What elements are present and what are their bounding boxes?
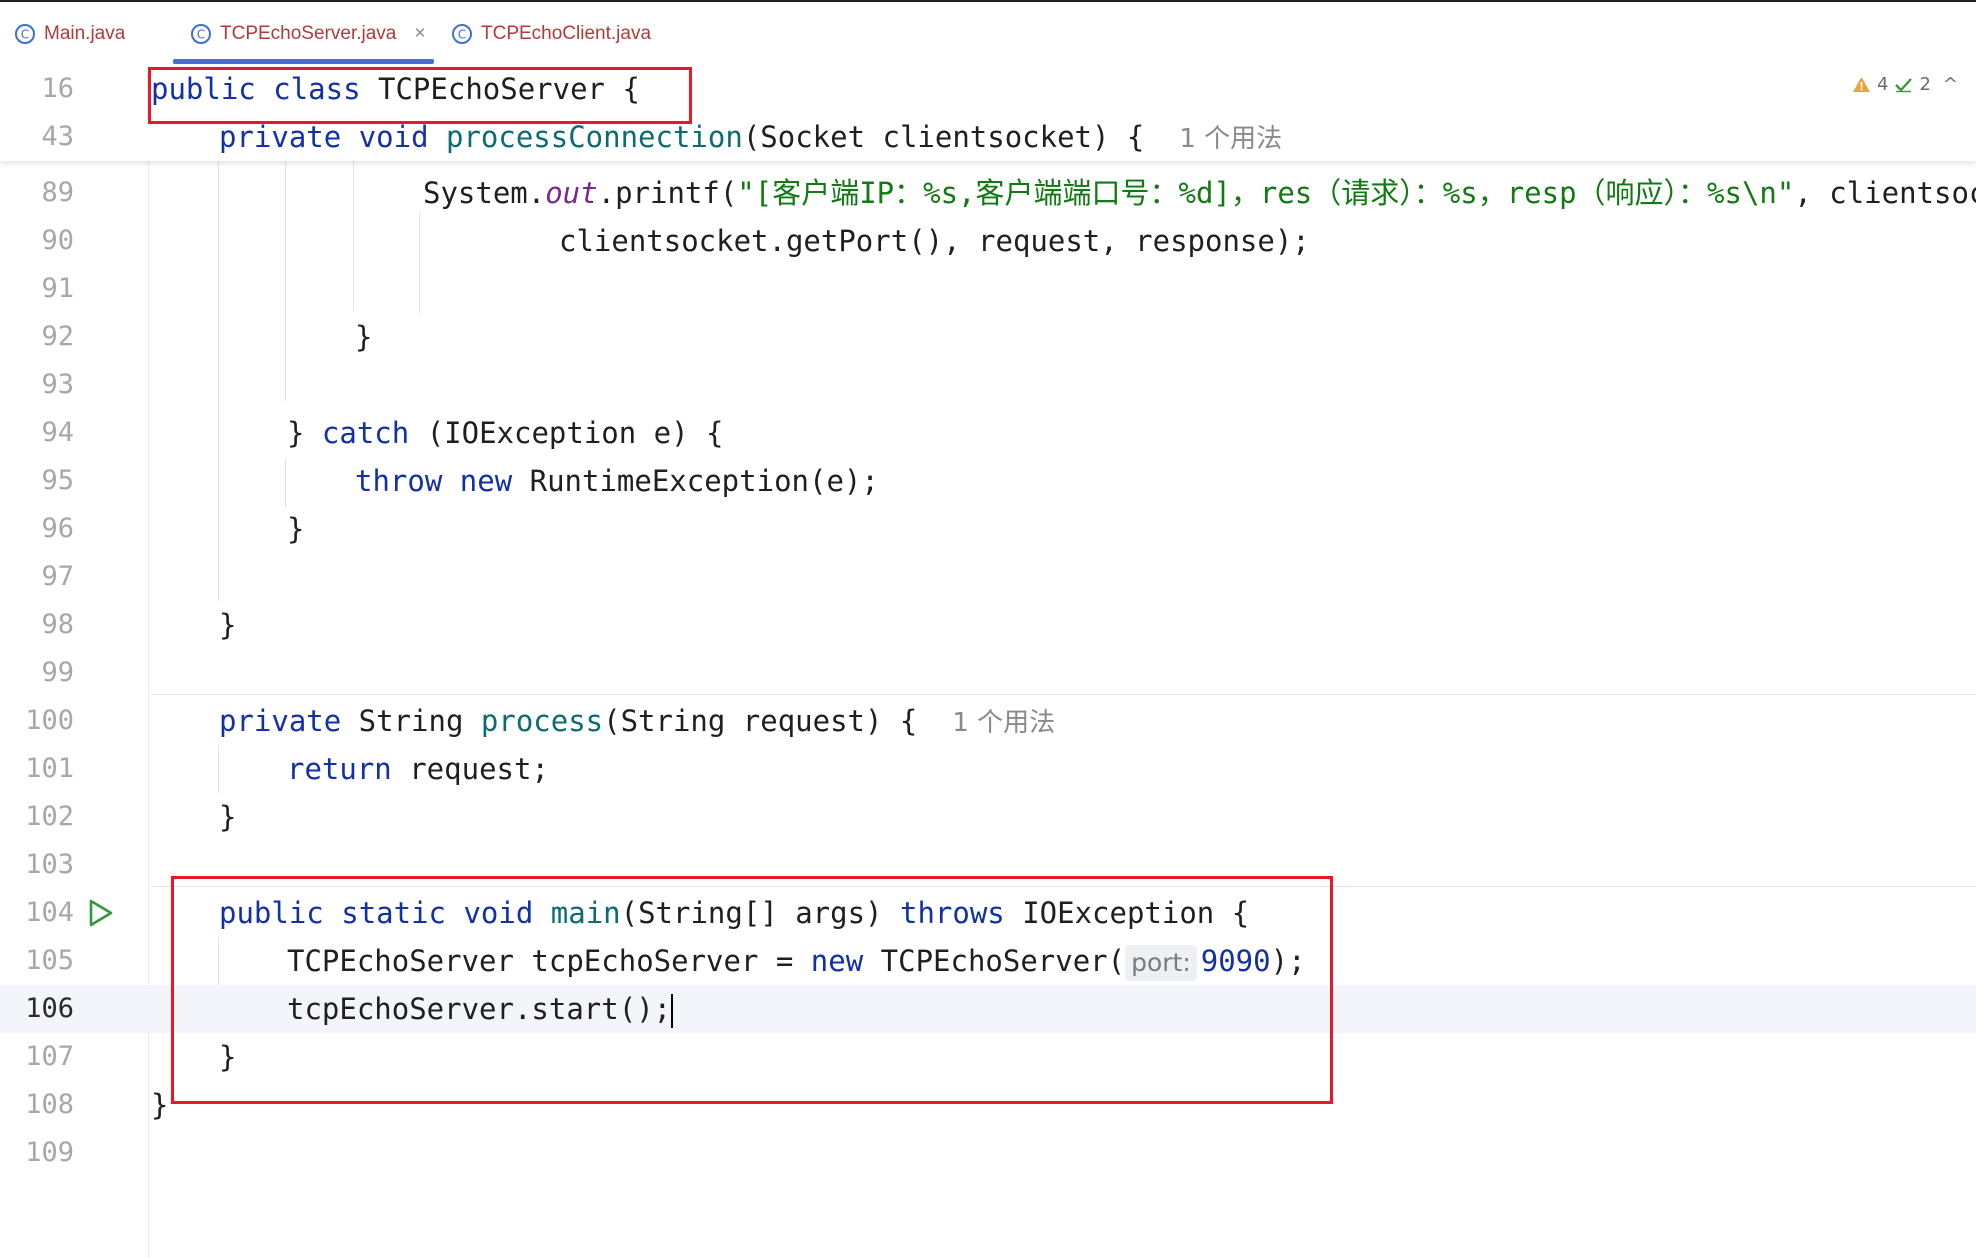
line-number: 96 bbox=[41, 513, 74, 544]
highlight-box-class-header bbox=[148, 67, 692, 124]
line-number: 16 bbox=[41, 73, 74, 104]
chevron-up-icon[interactable]: ^ bbox=[1943, 74, 1958, 95]
line-95[interactable]: 95 throw new RuntimeException(e); bbox=[0, 457, 1976, 505]
run-icon[interactable] bbox=[85, 898, 115, 928]
keyword-return: return bbox=[287, 752, 392, 786]
line-93[interactable]: 93 bbox=[0, 361, 1976, 409]
line-number: 91 bbox=[41, 273, 74, 304]
line-number: 101 bbox=[25, 753, 74, 784]
keyword-private: private bbox=[219, 704, 342, 738]
usage-hint[interactable]: 1 个用法 bbox=[952, 708, 1055, 738]
line-number: 90 bbox=[41, 225, 74, 256]
keyword-void: void bbox=[358, 120, 429, 154]
line-92[interactable]: 92 } bbox=[0, 313, 1976, 361]
line-99[interactable]: 99 bbox=[0, 649, 1976, 697]
code-line: } bbox=[287, 512, 305, 546]
code-line: } bbox=[151, 1088, 169, 1122]
line-number: 99 bbox=[41, 657, 74, 688]
line-number: 106 bbox=[25, 993, 74, 1024]
warning-count: 4 bbox=[1877, 74, 1889, 95]
code-token: } bbox=[287, 416, 322, 450]
code-token: RuntimeException(e); bbox=[512, 464, 879, 498]
line-91[interactable]: 91 bbox=[0, 265, 1976, 313]
line-100[interactable]: 100 private String process(String reques… bbox=[0, 697, 1976, 745]
line-number: 92 bbox=[41, 321, 74, 352]
line-98[interactable]: 98 } bbox=[0, 601, 1976, 649]
keyword-catch: catch bbox=[321, 416, 410, 450]
code-token: , clientsock bbox=[1794, 176, 1976, 210]
line-number: 108 bbox=[25, 1089, 74, 1120]
code-line: } bbox=[219, 800, 237, 834]
code-line: } bbox=[355, 320, 373, 354]
code-line: clientsocket.getPort(), request, respons… bbox=[559, 224, 1310, 258]
warning-icon bbox=[1853, 77, 1870, 92]
string-literal: "[客户端IP：%s,客户端端口号：%d]，res（请求）：%s，resp（响应… bbox=[737, 176, 1795, 210]
line-109[interactable]: 109 bbox=[0, 1129, 1976, 1177]
method-name: process bbox=[480, 704, 604, 738]
code-line: System.out.printf("[客户端IP：%s,客户端端口号：%d]，… bbox=[423, 169, 1976, 217]
line-number: 103 bbox=[25, 849, 74, 880]
keyword-private: private bbox=[219, 120, 342, 154]
inspection-status[interactable]: 4 2 ^ bbox=[1852, 74, 1958, 95]
keyword-new: new bbox=[459, 464, 513, 498]
check-count: 2 bbox=[1919, 74, 1931, 95]
line-102[interactable]: 102 } bbox=[0, 793, 1976, 841]
code-token: .printf( bbox=[597, 176, 738, 210]
line-number: 95 bbox=[41, 465, 74, 496]
line-101[interactable]: 101 return request; bbox=[0, 745, 1976, 793]
line-96[interactable]: 96 } bbox=[0, 505, 1976, 553]
usage-hint[interactable]: 1 个用法 bbox=[1179, 124, 1282, 154]
code-line: } catch (IOException e) { bbox=[287, 409, 724, 457]
code-token: out bbox=[545, 176, 598, 210]
line-number: 43 bbox=[41, 121, 74, 152]
code-token: (String request) { bbox=[603, 704, 918, 738]
line-number: 89 bbox=[41, 177, 74, 208]
code-line: return request; bbox=[287, 745, 549, 793]
code-line: } bbox=[219, 608, 237, 642]
code-line: private String process(String request) {… bbox=[219, 697, 1055, 747]
line-number: 107 bbox=[25, 1041, 74, 1072]
line-90[interactable]: 90 clientsocket.getPort(), request, resp… bbox=[0, 217, 1976, 265]
check-icon bbox=[1895, 78, 1913, 93]
line-97[interactable]: 97 bbox=[0, 553, 1976, 601]
method-params: (Socket clientsocket) { bbox=[742, 120, 1145, 154]
highlight-box-main-method bbox=[171, 876, 1333, 1104]
line-89[interactable]: 89 System.out.printf("[客户端IP：%s,客户端端口号：%… bbox=[0, 169, 1976, 217]
line-number: 94 bbox=[41, 417, 74, 448]
line-94[interactable]: 94 } catch (IOException e) { bbox=[0, 409, 1976, 457]
code-token: request; bbox=[391, 752, 549, 786]
line-number: 109 bbox=[25, 1137, 74, 1168]
line-number: 93 bbox=[41, 369, 74, 400]
method-name: processConnection bbox=[446, 120, 743, 154]
code-token: System. bbox=[423, 176, 546, 210]
line-number: 98 bbox=[41, 609, 74, 640]
code-line: throw new RuntimeException(e); bbox=[355, 457, 879, 505]
keyword-throw: throw bbox=[355, 464, 443, 498]
code-token: String bbox=[341, 704, 481, 738]
line-number: 97 bbox=[41, 561, 74, 592]
code-token: (IOException e) { bbox=[409, 416, 724, 450]
line-number: 105 bbox=[25, 945, 74, 976]
line-number: 100 bbox=[25, 705, 74, 736]
line-number: 104 bbox=[25, 897, 74, 928]
line-number: 102 bbox=[25, 801, 74, 832]
